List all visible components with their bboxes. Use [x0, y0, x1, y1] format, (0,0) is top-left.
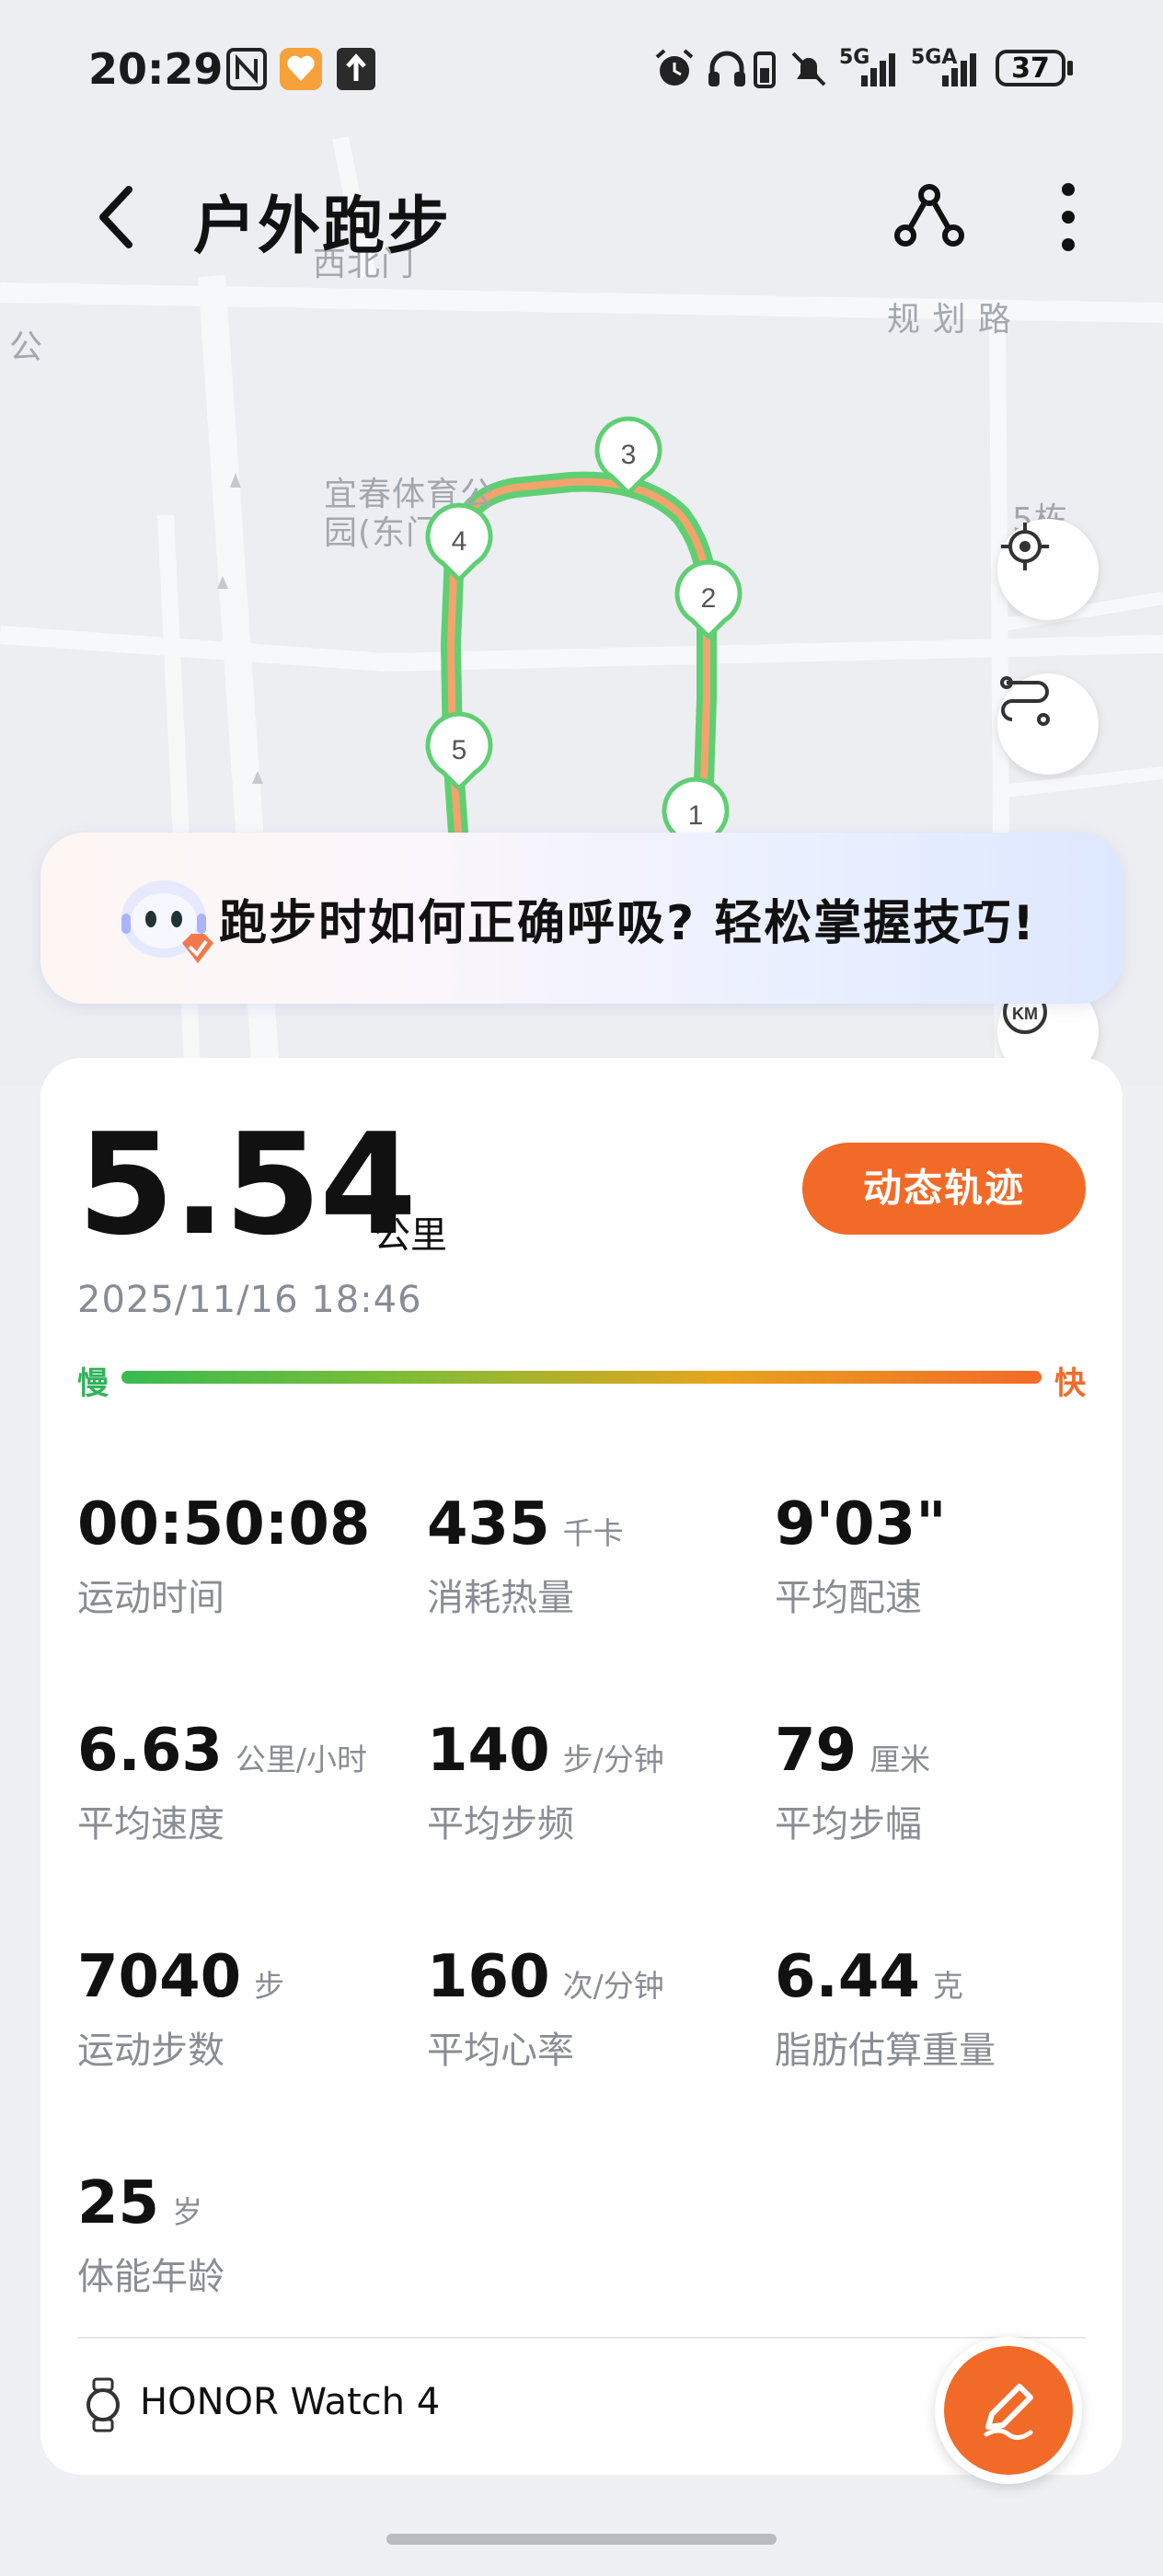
- stat-avg-stride: 79 厘米 平均步幅: [775, 1717, 1106, 1846]
- stat-value: 140 步/分钟: [427, 1717, 664, 1785]
- status-bar: 20:29 5G 5GA 37: [0, 0, 1163, 138]
- stat-value: 9'03": [775, 1490, 947, 1558]
- route-toggle-button[interactable]: [997, 673, 1099, 775]
- pace-fast-label: 快: [1054, 1365, 1086, 1402]
- stat-value: 7040 步: [77, 1943, 285, 2011]
- stat-avg-cadence: 140 步/分钟 平均步频: [427, 1717, 758, 1846]
- distance-value: 5.54: [77, 1103, 417, 1266]
- distance-unit: 公里: [374, 1214, 447, 1257]
- stat-label: 平均步幅: [775, 1803, 922, 1846]
- stat-steps: 7040 步 运动步数: [77, 1943, 409, 2072]
- edit-pen-icon: [984, 2384, 1033, 2440]
- edit-button[interactable]: [935, 2337, 1082, 2484]
- tip-banner[interactable]: 跑步时如何正确呼吸? 轻松掌握技巧!: [40, 833, 1123, 1004]
- workout-datetime: 2025/11/16 18:46: [77, 1279, 422, 1321]
- stat-value: 6.44 克: [775, 1943, 963, 2011]
- svg-text:KM: KM: [1012, 1005, 1038, 1023]
- workout-summary-card: 5.54 公里 2025/11/16 18:46 动态轨迹 慢 快 00:50:…: [40, 1058, 1123, 2475]
- device-name: HONOR Watch 4: [140, 2381, 441, 2423]
- svg-text:5: 5: [452, 735, 467, 765]
- stat-label: 平均配速: [775, 1577, 922, 1619]
- stat-label: 平均步频: [427, 1803, 574, 1846]
- pace-gradient-bar: [121, 1371, 1042, 1384]
- stat-avg-pace: 9'03" 平均配速: [775, 1490, 1106, 1619]
- stat-value: 160 次/分钟: [427, 1943, 664, 2011]
- upload-icon: [337, 48, 375, 90]
- stat-fitness-age: 25 岁 体能年龄: [77, 2169, 409, 2298]
- stat-label: 平均心率: [427, 2030, 574, 2072]
- signal-icon: [861, 53, 895, 86]
- headphones-icon: [708, 51, 745, 86]
- route-share-button[interactable]: [892, 180, 966, 254]
- stat-value: 6.63 公里/小时: [77, 1717, 368, 1785]
- stat-label: 平均速度: [77, 1803, 225, 1846]
- card-divider: [77, 2337, 1086, 2339]
- stat-calories: 435 千卡 消耗热量: [427, 1490, 758, 1619]
- km-marker-2: 2: [674, 559, 743, 640]
- battery-level: 37: [1011, 52, 1050, 85]
- km-marker-3: 3: [594, 416, 662, 497]
- ai-assistant-avatar-icon: [121, 880, 213, 963]
- svg-text:1: 1: [688, 800, 704, 831]
- battery-tip: [1067, 61, 1073, 75]
- stat-label: 运动时间: [77, 1577, 225, 1619]
- stat-label: 运动步数: [77, 2030, 225, 2072]
- mute-icon: [791, 52, 826, 86]
- home-indicator[interactable]: [386, 2534, 777, 2545]
- stat-fat-burned: 6.44 克 脂肪估算重量: [775, 1943, 1106, 2072]
- more-options-button[interactable]: [1045, 177, 1091, 258]
- stat-value: 79 厘米: [775, 1717, 931, 1785]
- svg-text:4: 4: [452, 526, 467, 557]
- locate-button[interactable]: [997, 519, 1099, 620]
- alarm-icon: [655, 49, 694, 86]
- stat-avg-heart-rate: 160 次/分钟 平均心率: [427, 1943, 758, 2072]
- stat-value: 00:50:08: [77, 1490, 371, 1558]
- svg-text:2: 2: [701, 583, 717, 614]
- nfc-icon: [226, 48, 267, 90]
- stat-label: 体能年龄: [77, 2256, 225, 2298]
- route-toggle-icon: [1000, 676, 1050, 726]
- stat-label: 脂肪估算重量: [775, 2030, 996, 2072]
- watch-icon: [86, 2377, 120, 2432]
- km-marker-5: 5: [425, 711, 493, 792]
- tip-text: 跑步时如何正确呼吸? 轻松掌握技巧!: [219, 896, 1036, 951]
- stat-duration: 00:50:08 运动时间: [77, 1490, 409, 1619]
- stat-label: 消耗热量: [427, 1577, 574, 1619]
- signal-icon-2: [942, 53, 976, 86]
- dynamic-track-button[interactable]: 动态轨迹: [802, 1143, 1086, 1235]
- health-app-icon: [280, 48, 322, 90]
- stat-value: 25 岁: [77, 2169, 203, 2237]
- page-title: 户外跑步: [193, 190, 452, 263]
- earbud-battery-icon: [754, 52, 776, 88]
- battery-icon: 37: [996, 50, 1065, 86]
- svg-text:3: 3: [621, 440, 637, 470]
- status-time: 20:29: [88, 44, 224, 94]
- edit-button-inner: [944, 2346, 1073, 2475]
- pace-slow-label: 慢: [77, 1365, 109, 1402]
- top-app-bar: 户外跑步: [0, 156, 1163, 276]
- km-marker-4: 4: [425, 502, 493, 583]
- stat-avg-speed: 6.63 公里/小时 平均速度: [77, 1717, 409, 1846]
- back-button[interactable]: [88, 182, 147, 252]
- stat-value: 435 千卡: [427, 1490, 624, 1558]
- locate-icon: [1001, 523, 1049, 570]
